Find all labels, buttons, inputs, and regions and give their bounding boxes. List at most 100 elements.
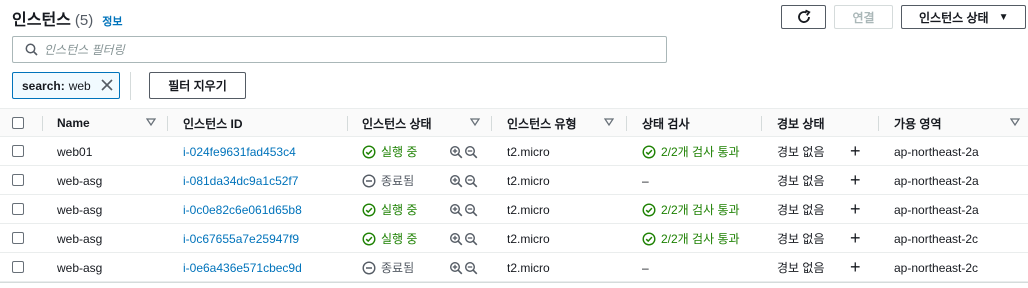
check-circle-icon bbox=[642, 231, 656, 246]
add-alarm-icon[interactable]: + bbox=[850, 166, 861, 195]
alarm-status: 경보 없음 bbox=[777, 174, 825, 188]
instance-type: t2.micro bbox=[507, 231, 550, 246]
instance-state: 실행 중 bbox=[362, 195, 417, 224]
status-check-label: – bbox=[642, 173, 649, 188]
availability-zone: ap-northeast-2a bbox=[894, 144, 979, 159]
status-check-label: – bbox=[642, 260, 649, 275]
filter-token-key: search: bbox=[22, 78, 65, 93]
instance-state-label: 종료됨 bbox=[381, 261, 415, 275]
column-separator bbox=[626, 116, 627, 131]
zoom-in-icon[interactable] bbox=[449, 174, 463, 188]
instance-id-link[interactable]: i-0e6a436e571cbec9d bbox=[183, 253, 302, 282]
instance-name: web-asg bbox=[57, 260, 103, 275]
clear-filters-button[interactable]: 필터 지우기 bbox=[149, 72, 246, 99]
add-alarm-icon[interactable]: + bbox=[850, 195, 861, 224]
table-bottom-border bbox=[0, 282, 1028, 283]
availability-zone: ap-northeast-2c bbox=[894, 260, 979, 275]
remove-filter-icon[interactable] bbox=[100, 78, 114, 92]
zoom-controls bbox=[449, 224, 478, 253]
availability-zone: ap-northeast-2c bbox=[894, 231, 979, 246]
column-separator bbox=[42, 116, 43, 131]
sort-icon[interactable] bbox=[470, 117, 480, 127]
zoom-in-icon[interactable] bbox=[449, 232, 463, 246]
column-separator bbox=[761, 116, 762, 131]
zoom-out-icon[interactable] bbox=[464, 261, 478, 275]
zoom-out-icon[interactable] bbox=[464, 145, 478, 159]
instance-name: web-asg bbox=[57, 202, 103, 217]
sort-icon[interactable] bbox=[146, 117, 156, 127]
column-header-instance-state[interactable]: 인스턴스 상태 bbox=[362, 109, 432, 137]
add-alarm-icon[interactable]: + bbox=[850, 137, 861, 166]
row-checkbox[interactable] bbox=[12, 261, 24, 273]
column-header-alarm-status[interactable]: 경보 상태 bbox=[777, 109, 825, 137]
row-checkbox[interactable] bbox=[12, 203, 24, 215]
stopped-circle-icon bbox=[362, 173, 376, 188]
info-link[interactable]: 정보 bbox=[102, 13, 122, 29]
alarm-status: 경보 없음 bbox=[777, 145, 825, 159]
instance-id-link[interactable]: i-0c0e82c6e061d65b8 bbox=[183, 195, 302, 224]
add-alarm-icon[interactable]: + bbox=[850, 224, 861, 253]
refresh-button[interactable] bbox=[781, 5, 826, 29]
page-header: 인스턴스 (5) 정보 bbox=[12, 6, 122, 29]
search-icon bbox=[25, 43, 38, 56]
refresh-icon bbox=[797, 9, 811, 23]
row-checkbox[interactable] bbox=[12, 174, 24, 186]
instance-id-link[interactable]: i-0c67655a7e25947f9 bbox=[183, 224, 299, 253]
table-row[interactable]: web-asg i-0e6a436e571cbec9d 종료됨 t2.micro… bbox=[0, 253, 1028, 282]
column-separator bbox=[491, 116, 492, 131]
zoom-out-icon[interactable] bbox=[464, 174, 478, 188]
instance-name: web-asg bbox=[57, 231, 103, 246]
column-header-instance-type[interactable]: 인스턴스 유형 bbox=[507, 109, 577, 137]
select-all-checkbox[interactable] bbox=[12, 117, 24, 129]
status-check-label: 2/2개 검사 통과 bbox=[661, 232, 740, 246]
column-header-availability-zone[interactable]: 가용 영역 bbox=[894, 109, 942, 137]
zoom-out-icon[interactable] bbox=[464, 203, 478, 217]
table-row[interactable]: web-asg i-0c67655a7e25947f9 실행 중 t2.micr… bbox=[0, 224, 1028, 253]
check-circle-icon bbox=[362, 202, 376, 217]
zoom-in-icon[interactable] bbox=[449, 145, 463, 159]
alarm-status: 경보 없음 bbox=[777, 261, 825, 275]
search-input[interactable]: 인스턴스 필터링 bbox=[12, 36, 667, 63]
table-row[interactable]: web-asg i-0c0e82c6e061d65b8 실행 중 t2.micr… bbox=[0, 195, 1028, 224]
check-circle-icon bbox=[362, 144, 376, 159]
connect-button[interactable]: 연결 bbox=[834, 5, 893, 29]
instance-state-label: 실행 중 bbox=[381, 203, 418, 217]
zoom-in-icon[interactable] bbox=[449, 203, 463, 217]
table-row[interactable]: web-asg i-081da34dc9a1c52f7 종료됨 t2.micro… bbox=[0, 166, 1028, 195]
status-check: 2/2개 검사 통과 bbox=[642, 137, 740, 166]
instance-state: 종료됨 bbox=[362, 166, 414, 195]
instance-state-label: 종료됨 bbox=[381, 174, 415, 188]
instance-name: web-asg bbox=[57, 173, 103, 188]
instance-id-link[interactable]: i-081da34dc9a1c52f7 bbox=[183, 166, 298, 195]
zoom-out-icon[interactable] bbox=[464, 232, 478, 246]
instance-id-link[interactable]: i-024fe9631fad453c4 bbox=[183, 137, 296, 166]
stopped-circle-icon bbox=[362, 260, 376, 275]
row-checkbox[interactable] bbox=[12, 145, 24, 157]
instance-state: 실행 중 bbox=[362, 224, 417, 253]
zoom-controls bbox=[449, 195, 478, 224]
check-circle-icon bbox=[642, 202, 656, 217]
status-check: – bbox=[642, 166, 649, 195]
zoom-in-icon[interactable] bbox=[449, 261, 463, 275]
column-separator bbox=[347, 116, 348, 131]
add-alarm-icon[interactable]: + bbox=[850, 253, 861, 282]
instance-count: (5) bbox=[74, 12, 94, 29]
sort-icon[interactable] bbox=[604, 117, 614, 127]
column-header-status-check[interactable]: 상태 검사 bbox=[642, 109, 690, 137]
instance-state-dropdown[interactable]: 인스턴스 상태 ▼ bbox=[901, 5, 1026, 29]
zoom-controls bbox=[449, 137, 478, 166]
column-header-name[interactable]: Name bbox=[57, 109, 90, 137]
table-row[interactable]: web01 i-024fe9631fad453c4 실행 중 t2.micro … bbox=[0, 137, 1028, 166]
search-placeholder: 인스턴스 필터링 bbox=[44, 43, 125, 57]
alarm-status: 경보 없음 bbox=[777, 232, 825, 246]
zoom-controls bbox=[449, 253, 478, 282]
alarm-status: 경보 없음 bbox=[777, 203, 825, 217]
zoom-controls bbox=[449, 166, 478, 195]
column-separator bbox=[878, 116, 879, 131]
column-header-instance-id[interactable]: 인스턴스 ID bbox=[183, 109, 243, 137]
sort-icon[interactable] bbox=[1010, 117, 1020, 127]
check-circle-icon bbox=[642, 144, 656, 159]
instance-type: t2.micro bbox=[507, 260, 550, 275]
row-checkbox[interactable] bbox=[12, 232, 24, 244]
table-header: Name 인스턴스 ID 인스턴스 상태 인스턴스 유형 상태 검사 경보 상태… bbox=[0, 109, 1028, 137]
